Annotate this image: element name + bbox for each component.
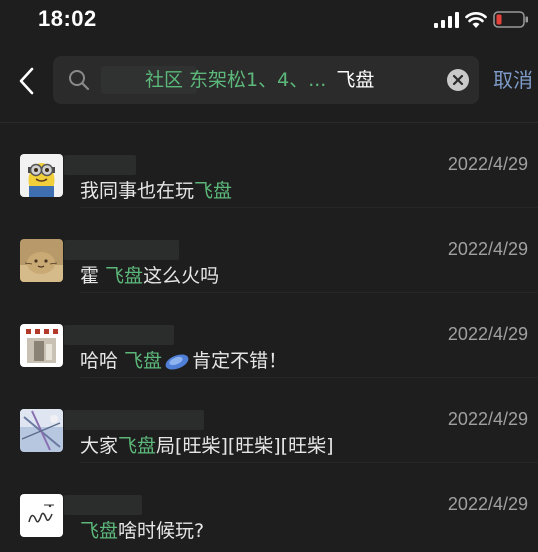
message-text-after: 啥时候玩? bbox=[118, 520, 205, 542]
frisbee-icon bbox=[165, 353, 189, 370]
message-text-after: 这么火吗 bbox=[143, 265, 220, 287]
search-icon bbox=[69, 70, 90, 91]
wifi-icon bbox=[465, 12, 487, 28]
list-item[interactable]: 2022/4/29 我同事也在玩飞盘 bbox=[0, 123, 538, 208]
avatar bbox=[20, 324, 63, 367]
message-text-before: 霍 bbox=[80, 265, 106, 287]
search-input[interactable]: 社区 东架松1、4、... 飞盘 bbox=[53, 56, 479, 104]
message-date: 2022/4/29 bbox=[447, 324, 528, 344]
search-header: 社区 东架松1、4、... 飞盘 取消 bbox=[0, 44, 538, 122]
status-time: 18:02 bbox=[38, 6, 97, 31]
redacted-sender-name bbox=[64, 495, 142, 515]
highlight-keyword: 飞盘 bbox=[124, 350, 163, 372]
message-text: 哈哈 飞盘 肯定不错！ bbox=[80, 347, 287, 375]
message-date: 2022/4/29 bbox=[447, 239, 528, 259]
signal-icon bbox=[434, 12, 459, 28]
highlight-keyword: 飞盘 bbox=[105, 265, 144, 287]
message-text: 我同事也在玩飞盘 bbox=[80, 177, 232, 205]
list-item[interactable]: 2022/4/29 哈哈 飞盘 肯定不错！ bbox=[0, 293, 538, 378]
battery-icon bbox=[493, 11, 528, 28]
highlight-keyword: 飞盘 bbox=[194, 180, 233, 202]
highlight-keyword: 飞盘 bbox=[80, 520, 119, 542]
search-query-text: 社区 东架松1、4、... 飞盘 bbox=[145, 66, 374, 94]
message-date: 2022/4/29 bbox=[447, 154, 528, 174]
redacted-sender-name bbox=[64, 240, 179, 260]
chevron-left-icon[interactable] bbox=[16, 66, 38, 96]
search-group-tag: 社区 东架松1、4、... bbox=[145, 69, 327, 91]
list-item[interactable]: 2022/4/29 霍 飞盘这么火吗 bbox=[0, 208, 538, 293]
avatar bbox=[20, 239, 63, 282]
redacted-sender-name bbox=[64, 325, 174, 345]
clear-icon[interactable] bbox=[447, 69, 469, 91]
avatar bbox=[20, 494, 63, 537]
cancel-button[interactable]: 取消 bbox=[493, 64, 533, 93]
avatar bbox=[20, 154, 63, 197]
list-item[interactable]: 2022/4/29 大家飞盘局[旺柴][旺柴][旺柴] bbox=[0, 378, 538, 463]
search-keyword: 飞盘 bbox=[336, 69, 375, 91]
message-text: 霍 飞盘这么火吗 bbox=[80, 262, 219, 290]
message-date: 2022/4/29 bbox=[447, 409, 528, 429]
message-text: 大家飞盘局[旺柴][旺柴][旺柴] bbox=[80, 432, 334, 460]
list-item[interactable]: 2022/4/29 飞盘啥时候玩? bbox=[0, 463, 538, 548]
message-text-after: 局[旺柴][旺柴][旺柴] bbox=[156, 435, 334, 457]
highlight-keyword: 飞盘 bbox=[118, 435, 157, 457]
message-text-before: 大家 bbox=[80, 435, 119, 457]
avatar bbox=[20, 409, 63, 452]
status-bar: 18:02 bbox=[0, 0, 538, 44]
redacted-sender-name bbox=[64, 155, 136, 175]
message-text: 飞盘啥时候玩? bbox=[80, 517, 204, 545]
message-date: 2022/4/29 bbox=[447, 494, 528, 514]
message-text-before: 我同事也在玩 bbox=[80, 180, 195, 202]
message-text-before: 哈哈 bbox=[80, 350, 125, 372]
redacted-sender-name bbox=[64, 410, 204, 430]
message-text-after: 肯定不错！ bbox=[192, 350, 288, 372]
